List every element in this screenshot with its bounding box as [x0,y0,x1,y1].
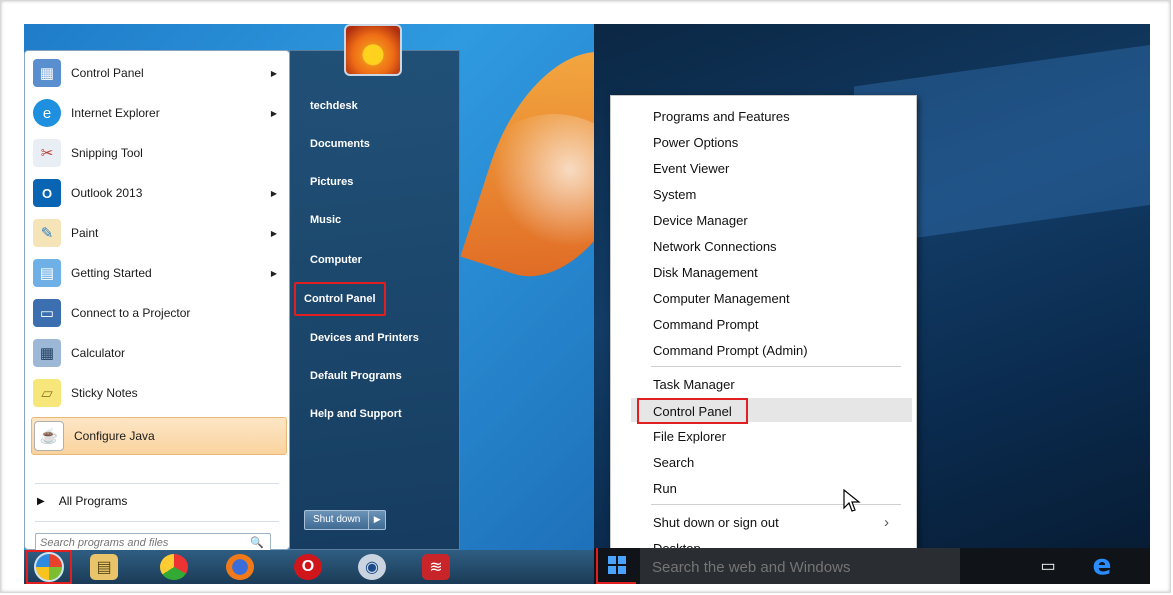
wifi-app-icon[interactable]: ≋ [422,554,450,580]
paint-palette-icon: ✎ [33,219,61,247]
mouse-pointer-icon [843,489,861,512]
program-connect-projector[interactable]: ▭ Connect to a Projector [31,295,285,331]
menu-item-power-options[interactable]: Power Options [653,130,738,154]
menu-item-device-manager[interactable]: Device Manager [653,208,748,232]
expand-arrow-icon: ▶ [37,495,45,507]
edge-browser-icon[interactable]: e [1088,550,1116,580]
outlook-icon: O [33,179,61,207]
control-panel-icon: ▦ [33,59,61,87]
divider [651,366,901,367]
start-button[interactable] [596,548,636,584]
winx-context-menu: Programs and Features Power Options Even… [610,95,917,567]
taskbar-search-box[interactable] [640,548,960,584]
user-avatar [344,24,402,76]
link-documents[interactable]: Documents [304,132,376,156]
divider [651,504,901,505]
menu-item-search[interactable]: Search [653,450,694,474]
task-view-icon[interactable]: ▭ [1038,556,1058,576]
submenu-arrow-icon: ▶ [270,268,277,278]
getting-started-icon: ▤ [33,259,61,287]
java-icon: ☕ [34,421,64,451]
chrome-icon[interactable] [160,554,188,580]
menu-item-network-connections[interactable]: Network Connections [653,234,777,258]
windows10-taskbar: ▭ e [594,548,1150,584]
program-internet-explorer[interactable]: e Internet Explorer ▶ [31,95,285,131]
windows7-desktop: ▦ Control Panel ▶ e Internet Explorer ▶ … [24,24,594,584]
all-programs-button[interactable]: ▶ All Programs [31,491,127,511]
menu-item-file-explorer[interactable]: File Explorer [653,424,726,448]
submenu-arrow-icon: ▶ [270,68,277,78]
start-orb-button[interactable] [26,550,72,584]
program-outlook[interactable]: O Outlook 2013 ▶ [31,175,285,211]
shutdown-group: Shut down ▶ [304,510,387,530]
search-icon: 🔍 [250,537,264,549]
menu-item-task-manager[interactable]: Task Manager [653,372,735,396]
windows10-desktop: Programs and Features Power Options Even… [594,24,1150,584]
program-calculator[interactable]: ▦ Calculator [31,335,285,371]
program-paint[interactable]: ✎ Paint ▶ [31,215,285,251]
menu-item-event-viewer[interactable]: Event Viewer [653,156,729,180]
calculator-icon: ▦ [33,339,61,367]
menu-item-programs-features[interactable]: Programs and Features [653,104,790,128]
taskbar-search-input[interactable] [650,556,954,578]
start-search-input[interactable] [36,536,242,550]
explorer-folder-icon[interactable]: ▤ [90,554,118,580]
menu-item-command-prompt-admin[interactable]: Command Prompt (Admin) [653,338,808,362]
opera-icon[interactable]: O [294,554,322,580]
program-configure-java[interactable]: ☕ Configure Java [31,417,287,455]
menu-item-computer-management[interactable]: Computer Management [653,286,790,310]
link-computer[interactable]: Computer [304,248,368,272]
link-techdesk[interactable]: techdesk [304,94,364,118]
shutdown-button[interactable]: Shut down [304,510,370,530]
browser-globe-icon[interactable]: ◉ [358,554,386,580]
divider [35,483,279,484]
program-control-panel[interactable]: ▦ Control Panel ▶ [31,55,285,91]
shutdown-options-arrow-icon[interactable]: ▶ [369,510,387,530]
projector-icon: ▭ [33,299,61,327]
sticky-notes-icon: ▱ [33,379,61,407]
firefox-icon[interactable] [226,554,254,580]
menu-item-command-prompt[interactable]: Command Prompt [653,312,758,336]
link-music[interactable]: Music [304,208,347,232]
internet-explorer-icon: e [33,99,61,127]
divider [35,521,279,522]
scissors-icon: ✂ [33,139,61,167]
windows7-taskbar: ▤ O ◉ ≋ [24,550,594,584]
submenu-arrow-icon: ▶ [270,188,277,198]
link-default-programs[interactable]: Default Programs [304,364,408,388]
submenu-arrow-icon: ▶ [270,108,277,118]
menu-item-control-panel[interactable]: Control Panel [637,398,748,424]
program-sticky-notes[interactable]: ▱ Sticky Notes [31,375,285,411]
menu-item-disk-management[interactable]: Disk Management [653,260,758,284]
chevron-right-icon: › [884,513,889,531]
menu-item-run[interactable]: Run [653,476,677,500]
link-control-panel[interactable]: Control Panel [294,282,386,316]
windows-logo-icon [608,556,626,574]
menu-item-shutdown-signout[interactable]: Shut down or sign out › [653,510,903,534]
program-snipping-tool[interactable]: ✂ Snipping Tool [31,135,285,171]
start-orb-icon [34,552,64,582]
submenu-arrow-icon: ▶ [270,228,277,238]
menu-item-system[interactable]: System [653,182,696,206]
start-menu-programs-pane: ▦ Control Panel ▶ e Internet Explorer ▶ … [24,50,290,553]
link-pictures[interactable]: Pictures [304,170,359,194]
link-help-support[interactable]: Help and Support [304,402,408,426]
link-devices-printers[interactable]: Devices and Printers [304,326,425,350]
program-getting-started[interactable]: ▤ Getting Started ▶ [31,255,285,291]
